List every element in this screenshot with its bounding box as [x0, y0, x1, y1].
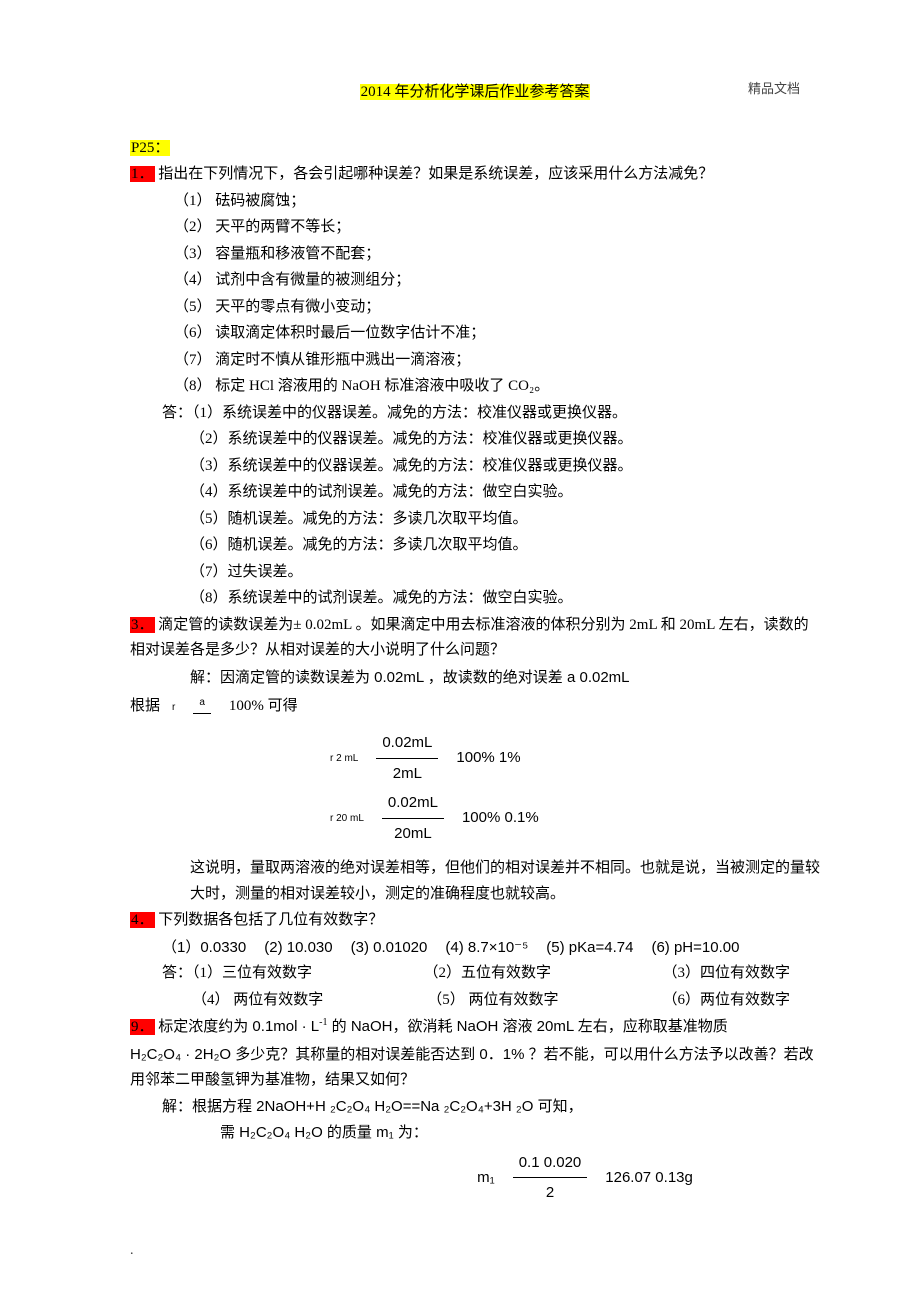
q1-answer: （7）过失误差。 — [130, 560, 820, 586]
q4-data: (3) 0.01020 — [351, 935, 428, 961]
q4-data: (2) 10.030 — [264, 935, 332, 961]
q4-answer: （4） 两位有效数字 — [192, 988, 323, 1014]
answer-label: 答： — [162, 965, 192, 981]
numerator: a — [193, 694, 211, 714]
q9-m1-formula: m₁ 0.1 0.020 2 126.07 0.13g — [350, 1150, 820, 1206]
numerator: 0.02mL — [376, 730, 438, 759]
q1-answer-text: （1）系统误差中的仪器误差。减免的方法：校准仪器或更换仪器。 — [192, 405, 627, 421]
numerator: 0.1 0.020 — [513, 1150, 588, 1179]
q4-answer-row1: 答：（1）三位有效数字 （2）五位有效数字 （3）四位有效数字 — [130, 961, 820, 987]
q4-answer: （2）五位有效数字 — [424, 961, 552, 987]
q1-answer: （3）系统误差中的仪器误差。减免的方法：校准仪器或更换仪器。 — [130, 454, 820, 480]
q4-answer-row2: （4） 两位有效数字 （5） 两位有效数字 （6）两位有效数字 — [130, 988, 820, 1014]
title-text: 2014 年分析化学课后作业参考答案 — [360, 84, 591, 100]
row-result: 100% 1% — [456, 745, 520, 771]
m1-label: m₁ — [477, 1165, 495, 1191]
q1-stem: 指出在下列情况下，各会引起哪种误差？如果是系统误差，应该采用什么方法减免？ — [158, 166, 713, 182]
denominator: 2mL — [376, 759, 438, 787]
section-header: P25： — [130, 136, 820, 162]
footer-mark: . — [130, 1239, 134, 1263]
q4-answer: （3）四位有效数字 — [662, 961, 790, 987]
formula-suffix: 100% 可得 — [229, 694, 298, 720]
q1-answer: （2）系统误差中的仪器误差。减免的方法：校准仪器或更换仪器。 — [130, 427, 820, 453]
q3-formula-relative: 根据 r a 100% 可得 — [130, 694, 820, 720]
q9-number: 9． — [130, 1019, 155, 1035]
q4-data-row: （1）0.0330 (2) 10.030 (3) 0.01020 (4) 8.7… — [130, 935, 820, 961]
q3-number: 3． — [130, 617, 155, 633]
document-title: 2014 年分析化学课后作业参考答案 — [130, 80, 820, 106]
formula-prefix: 根据 — [130, 694, 160, 720]
q9-stem-line: 9． 标定浓度约为 0.1mol · L-1 的 NaOH，欲消耗 NaOH 溶… — [130, 1014, 820, 1041]
q4-answer: （6）两位有效数字 — [662, 988, 790, 1014]
fraction: 0.02mL 20mL — [382, 790, 444, 846]
q9-stem-line2: H₂C₂O₄ · 2H₂O 多少克？其称量的相对误差能否达到 0．1% ？若不能… — [130, 1042, 820, 1093]
q1-item: （4） 试剂中含有微量的被测组分； — [130, 268, 820, 294]
q4-data: (4) 8.7×10⁻⁵ — [445, 935, 528, 961]
m1-result: 126.07 0.13g — [605, 1165, 693, 1191]
q1-item: （8） 标定 HCl 溶液用的 NaOH 标准溶液中吸收了 CO₂。 — [130, 374, 820, 400]
q3-calc-row2: r 20 mL 0.02mL 20mL 100% 0.1% — [330, 790, 820, 846]
q1-item: （3） 容量瓶和移液管不配套； — [130, 242, 820, 268]
q1-answer: 答：（1）系统误差中的仪器误差。减免的方法：校准仪器或更换仪器。 — [130, 401, 820, 427]
q4-ans-text: （1）三位有效数字 — [192, 965, 312, 981]
q1-item: （1） 砝码被腐蚀； — [130, 189, 820, 215]
q3-calc-block: r 2 mL 0.02mL 2mL 100% 1% r 20 mL 0.02mL… — [330, 730, 820, 846]
q9-sol2: 需 H₂C₂O₄ H₂O 的质量 m₁ 为： — [130, 1120, 820, 1146]
q3-stem: 滴定管的读数误差为± 0.02mL 。如果滴定中用去标准溶液的体积分别为 2mL… — [130, 617, 809, 659]
denominator-empty — [193, 714, 211, 720]
q4-answer: 答：（1）三位有效数字 — [162, 961, 312, 987]
document-page: 精品文档 2014 年分析化学课后作业参考答案 P25： 1． 指出在下列情况下… — [0, 0, 920, 1303]
denominator: 20mL — [382, 819, 444, 847]
q4-number: 4． — [130, 912, 155, 928]
section-label: P25： — [130, 140, 170, 156]
fraction: a — [193, 694, 211, 720]
q1-answer: （6）随机误差。减免的方法：多读几次取平均值。 — [130, 533, 820, 559]
q9-sol1: 解：根据方程 2NaOH+H ₂C₂O₄ H₂O==Na ₂C₂O₄+3H ₂O… — [130, 1094, 820, 1120]
q3-conclusion: 这说明，量取两溶液的绝对误差相等，但他们的相对误差并不相同。也就是说，当被测定的… — [130, 856, 820, 907]
q3-stem-line: 3． 滴定管的读数误差为± 0.02mL 。如果滴定中用去标准溶液的体积分别为 … — [130, 613, 820, 664]
answer-label: 答： — [162, 405, 192, 421]
q1-answer: （8）系统误差中的试剂误差。减免的方法：做空白实验。 — [130, 586, 820, 612]
q4-data: (6) pH=10.00 — [651, 935, 739, 961]
q1-item: （5） 天平的零点有微小变动； — [130, 295, 820, 321]
watermark: 精品文档 — [748, 78, 800, 100]
q4-data: (5) pKa=4.74 — [546, 935, 633, 961]
row-label: r 20 mL — [330, 810, 364, 827]
row-label: r 2 mL — [330, 750, 358, 767]
q3-solution-line: 解：因滴定管的读数误差为 0.02mL ，故读数的绝对误差 a 0.02mL — [130, 665, 820, 691]
q9-stem-b: 的 NaOH，欲消耗 NaOH 溶液 20mL 左右，应称取基准物质 — [327, 1018, 727, 1035]
q1-item: （2） 天平的两臂不等长； — [130, 215, 820, 241]
q3-calc-row1: r 2 mL 0.02mL 2mL 100% 1% — [330, 730, 820, 786]
fraction: 0.1 0.020 2 — [513, 1150, 588, 1206]
q1-item: （7） 滴定时不慎从锥形瓶中溅出一滴溶液； — [130, 348, 820, 374]
symbol-r: r — [172, 699, 175, 716]
q4-stem-line: 4． 下列数据各包括了几位有效数字？ — [130, 908, 820, 934]
row-result: 100% 0.1% — [462, 805, 539, 831]
fraction: 0.02mL 2mL — [376, 730, 438, 786]
q9-stem-a: 标定浓度约为 0.1mol · L — [158, 1018, 319, 1035]
numerator: 0.02mL — [382, 790, 444, 819]
q4-data: （1）0.0330 — [162, 935, 246, 961]
q4-stem: 下列数据各包括了几位有效数字？ — [158, 912, 383, 928]
q1-item: （6） 读取滴定体积时最后一位数字估计不准； — [130, 321, 820, 347]
q4-answer: （5） 两位有效数字 — [427, 988, 558, 1014]
q1-stem-line: 1． 指出在下列情况下，各会引起哪种误差？如果是系统误差，应该采用什么方法减免？ — [130, 162, 820, 188]
q1-number: 1． — [130, 166, 155, 182]
q1-answer: （4）系统误差中的试剂误差。减免的方法：做空白实验。 — [130, 480, 820, 506]
q1-answer: （5）随机误差。减免的方法：多读几次取平均值。 — [130, 507, 820, 533]
denominator: 2 — [513, 1178, 588, 1206]
